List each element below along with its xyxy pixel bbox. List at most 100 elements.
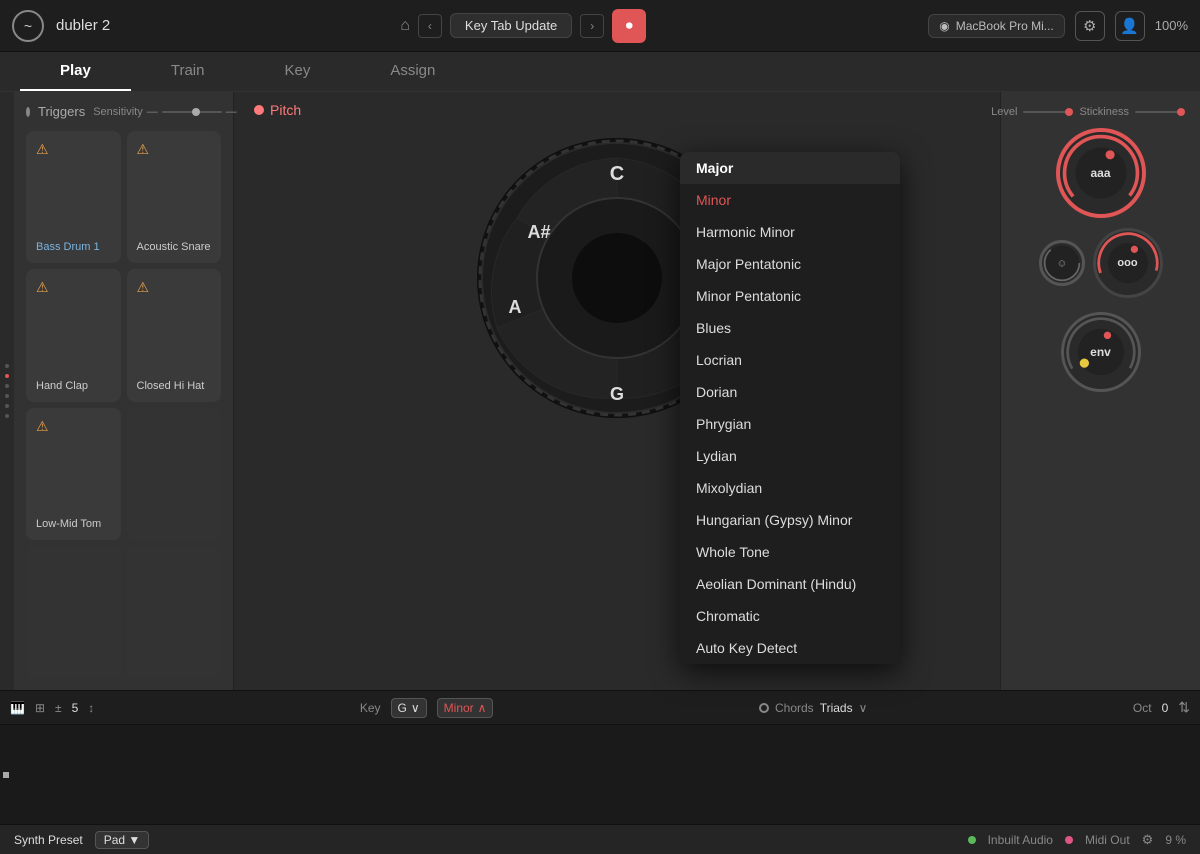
- pad-low-mid-tom[interactable]: ⚠ Low-Mid Tom: [26, 408, 121, 540]
- dropdown-item-mixolydian[interactable]: Mixolydian: [680, 472, 900, 504]
- profile-button[interactable]: 👤: [1115, 11, 1145, 41]
- left-panel: Triggers Sensitivity — — ⚠ Bass Drum 1 ⚠…: [14, 92, 234, 690]
- piano-edge-dot: [3, 772, 9, 778]
- nav-forward-button[interactable]: ›: [580, 14, 604, 38]
- nav-right: ◉ MacBook Pro Mi... ⚙ 👤 100%: [928, 11, 1188, 41]
- pad-name-hand-clap: Hand Clap: [36, 380, 88, 392]
- oct-value: 0: [1162, 701, 1169, 715]
- dropdown-item-lydian[interactable]: Lydian: [680, 440, 900, 472]
- left-edge-dots: [0, 92, 14, 690]
- pad-name-acoustic-snare: Acoustic Snare: [137, 241, 211, 253]
- stickiness-slider[interactable]: [1135, 111, 1185, 113]
- synth-preset-label: Synth Preset: [14, 833, 83, 847]
- pad-bass-drum[interactable]: ⚠ Bass Drum 1: [26, 131, 121, 263]
- pad-empty-2[interactable]: [26, 546, 121, 678]
- logo-icon: ~: [24, 18, 32, 34]
- bottom-plus-icon: ±: [55, 701, 62, 715]
- sensitivity-label: Sensitivity — —: [93, 106, 237, 118]
- aaa-label: aaa: [1090, 166, 1110, 180]
- audio-source-selector[interactable]: ◉ MacBook Pro Mi...: [928, 14, 1065, 38]
- svg-text:C: C: [610, 163, 624, 185]
- pad-empty-1[interactable]: [127, 408, 222, 540]
- app-logo: ~: [12, 10, 44, 42]
- pad-closed-hi-hat[interactable]: ⚠ Closed Hi Hat: [127, 269, 222, 401]
- inbuilt-audio-label: Inbuilt Audio: [988, 833, 1053, 847]
- edge-dot-1: [5, 364, 9, 368]
- scale-dropdown[interactable]: Major Minor Harmonic Minor Major Pentato…: [680, 152, 900, 664]
- pad-empty-3[interactable]: [127, 546, 222, 678]
- svg-text:G: G: [610, 384, 624, 404]
- dropdown-item-whole-tone[interactable]: Whole Tone: [680, 536, 900, 568]
- dropdown-item-hungarian[interactable]: Hungarian (Gypsy) Minor: [680, 504, 900, 536]
- nav-back-button[interactable]: ‹: [418, 14, 442, 38]
- settings-button[interactable]: ⚙: [1075, 11, 1105, 41]
- pad-acoustic-snare[interactable]: ⚠ Acoustic Snare: [127, 131, 222, 263]
- project-tab[interactable]: Key Tab Update: [450, 13, 572, 38]
- nav-center: ⌂ ‹ Key Tab Update › ⏺: [130, 9, 916, 43]
- dropdown-item-major[interactable]: Major: [680, 152, 900, 184]
- chords-type: Triads: [820, 701, 853, 715]
- env-knob[interactable]: env: [1061, 312, 1141, 392]
- edge-dot-5: [5, 404, 9, 408]
- tab-train[interactable]: Train: [131, 52, 245, 91]
- bottom-steps-icon: ⊞: [35, 701, 45, 715]
- synth-settings-icon[interactable]: ⚙: [1142, 832, 1154, 848]
- edge-dot-3: [5, 384, 9, 388]
- aaa-knob[interactable]: aaa: [1056, 128, 1146, 218]
- triggers-header: Triggers Sensitivity — —: [26, 104, 221, 119]
- aaa-knob-container: aaa: [1056, 128, 1146, 218]
- tab-play[interactable]: Play: [20, 52, 131, 91]
- chords-chevron[interactable]: ∨: [859, 701, 868, 715]
- inbuilt-audio-dot: [968, 836, 976, 844]
- pad-hand-clap[interactable]: ⚠ Hand Clap: [26, 269, 121, 401]
- triggers-label: Triggers: [38, 104, 85, 119]
- dropdown-item-auto-key-detect[interactable]: Auto Key Detect: [680, 632, 900, 664]
- home-icon[interactable]: ⌂: [400, 17, 410, 35]
- dropdown-item-dorian[interactable]: Dorian: [680, 376, 900, 408]
- env-label: env: [1090, 345, 1111, 359]
- synth-preset-selector[interactable]: Pad ▼: [95, 831, 150, 849]
- pad-warn-icon-4: ⚠: [137, 279, 150, 296]
- dropdown-item-chromatic[interactable]: Chromatic: [680, 600, 900, 632]
- oct-stepper[interactable]: ⇅: [1178, 699, 1190, 716]
- dropdown-item-locrian[interactable]: Locrian: [680, 344, 900, 376]
- key-label: Key: [360, 701, 381, 715]
- ooo-knob[interactable]: ooo: [1093, 228, 1163, 298]
- key-selector[interactable]: G ∨: [391, 698, 427, 718]
- main-tabs: Play Train Key Assign: [0, 52, 1200, 92]
- edge-dot-4: [5, 394, 9, 398]
- dropdown-item-major-pentatonic[interactable]: Major Pentatonic: [680, 248, 900, 280]
- chords-radio[interactable]: [759, 703, 769, 713]
- stickiness-label: Stickiness: [1079, 106, 1129, 118]
- steps-value: 5: [72, 701, 79, 715]
- dropdown-item-aeolian[interactable]: Aeolian Dominant (Hindu): [680, 568, 900, 600]
- dropdown-item-minor[interactable]: Minor: [680, 184, 900, 216]
- edge-dot-6: [5, 414, 9, 418]
- midi-out-dot: [1065, 836, 1073, 844]
- sensitivity-dash: —: [147, 106, 158, 118]
- pitch-header: Pitch: [254, 102, 301, 118]
- ooo-label: ooo: [1117, 257, 1137, 269]
- dropdown-item-blues[interactable]: Blues: [680, 312, 900, 344]
- record-icon: ⏺: [626, 17, 633, 34]
- svg-text:A#: A#: [527, 222, 550, 242]
- small-knob-left[interactable]: ☺: [1039, 240, 1085, 286]
- dropdown-item-harmonic-minor[interactable]: Harmonic Minor: [680, 216, 900, 248]
- dropdown-item-phrygian[interactable]: Phrygian: [680, 408, 900, 440]
- key-value: G: [398, 701, 407, 715]
- app-title: dubler 2: [56, 17, 110, 34]
- cpu-percent: 9 %: [1165, 833, 1186, 847]
- level-slider[interactable]: [1023, 111, 1073, 113]
- dropdown-item-minor-pentatonic[interactable]: Minor Pentatonic: [680, 280, 900, 312]
- sensitivity-slider[interactable]: [162, 111, 222, 113]
- tab-assign[interactable]: Assign: [350, 52, 475, 91]
- piano-keys[interactable]: [5, 730, 950, 815]
- ooo-row: ☺ ooo: [1039, 228, 1163, 298]
- record-button[interactable]: ⏺: [612, 9, 646, 43]
- piano-section: [0, 724, 1200, 824]
- scale-selector[interactable]: Minor ∧: [437, 698, 494, 718]
- bottom-piano-icon: 🎹: [10, 701, 25, 715]
- triggers-radio[interactable]: [26, 107, 30, 117]
- pitch-dot: [254, 105, 264, 115]
- tab-key[interactable]: Key: [244, 52, 350, 91]
